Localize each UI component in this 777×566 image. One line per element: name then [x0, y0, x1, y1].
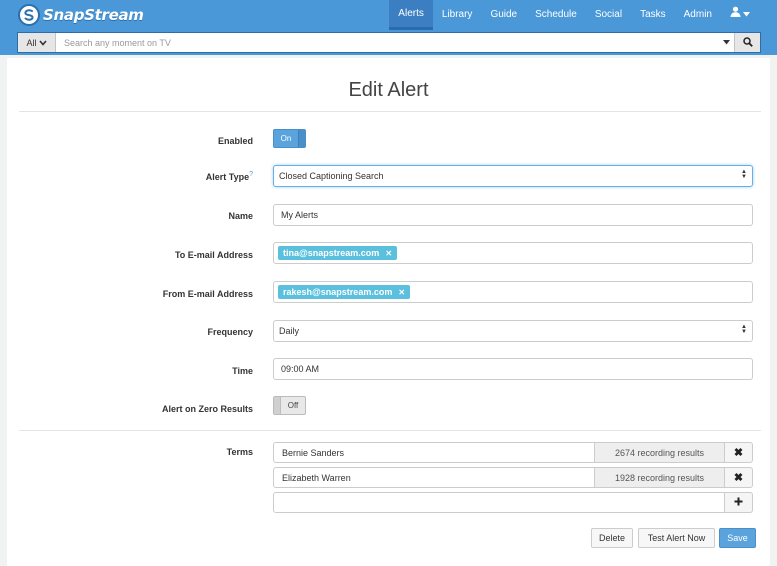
- search-scope-dropdown[interactable]: All: [18, 33, 56, 52]
- email-tag: rakesh@snapstream.com ✕: [278, 285, 411, 299]
- search-input[interactable]: [56, 33, 718, 52]
- nav-item-alerts[interactable]: Alerts: [389, 0, 433, 30]
- alert-type-label: Alert Type?: [7, 171, 253, 182]
- brand-logo[interactable]: SnapStream: [18, 4, 144, 26]
- search-button[interactable]: [734, 33, 760, 52]
- term-input[interactable]: Elizabeth Warren: [273, 467, 595, 488]
- term-result-count: 2674 recording results: [595, 442, 725, 463]
- search-bar: All: [0, 30, 777, 55]
- nav-item-tasks[interactable]: Tasks: [631, 0, 675, 30]
- from-email-label: From E-mail Address: [162, 289, 253, 299]
- times-icon: ✖: [733, 447, 744, 459]
- email-tag-text: tina@snapstream.com: [283, 248, 380, 258]
- nav-item-library[interactable]: Library: [433, 0, 482, 30]
- save-button[interactable]: Save: [719, 528, 756, 548]
- section-divider: [19, 430, 761, 431]
- nav-item-schedule[interactable]: Schedule: [526, 0, 586, 30]
- enabled-toggle-state: On: [280, 134, 292, 143]
- alert-type-value: Closed Captioning Search: [279, 171, 384, 181]
- new-term-row: [273, 492, 753, 513]
- remove-tag-icon[interactable]: ✕: [385, 249, 392, 258]
- test-alert-button[interactable]: Test Alert Now: [638, 528, 715, 548]
- time-label: Time: [232, 366, 253, 376]
- remove-term-button[interactable]: ✖: [725, 467, 753, 488]
- toggle-knob: [298, 130, 305, 147]
- frequency-select[interactable]: Daily ▲ ▼: [273, 320, 753, 342]
- caret-down-icon: [743, 0, 750, 30]
- remove-tag-icon[interactable]: ✕: [398, 288, 405, 297]
- to-email-field[interactable]: tina@snapstream.com ✕: [273, 242, 753, 264]
- delete-button[interactable]: Delete: [591, 528, 633, 548]
- time-value: 09:00 AM: [281, 364, 320, 374]
- zero-results-toggle-state: Off: [287, 401, 299, 410]
- from-email-field[interactable]: rakesh@snapstream.com ✕: [273, 281, 753, 303]
- email-tag: tina@snapstream.com ✕: [278, 246, 398, 260]
- email-tag-text: rakesh@snapstream.com: [283, 287, 393, 297]
- terms-label: Terms: [226, 447, 253, 457]
- to-email-label: To E-mail Address: [174, 250, 253, 260]
- user-menu[interactable]: [721, 0, 759, 30]
- plus-icon: [734, 497, 743, 509]
- zero-results-toggle[interactable]: Off: [273, 396, 306, 415]
- enabled-label: Enabled: [217, 136, 253, 146]
- alert-type-select[interactable]: Closed Captioning Search ▲ ▼: [273, 165, 753, 187]
- time-input[interactable]: 09:00 AM: [273, 358, 753, 380]
- nav-item-social[interactable]: Social: [586, 0, 631, 30]
- new-term-input[interactable]: [273, 492, 725, 513]
- select-arrows-icon: ▲ ▼: [741, 169, 747, 180]
- user-icon: [730, 0, 741, 30]
- term-result-count: 1928 recording results: [595, 467, 725, 488]
- name-label: Name: [228, 211, 253, 221]
- add-term-button[interactable]: [725, 492, 753, 513]
- term-value: Elizabeth Warren: [282, 472, 351, 483]
- edit-alert-panel: Edit Alert Enabled On Alert Type? Closed…: [7, 58, 770, 566]
- frequency-label: Frequency: [207, 327, 253, 337]
- snapstream-logo-icon: [18, 4, 40, 26]
- enabled-toggle[interactable]: On: [273, 129, 306, 148]
- times-icon: ✖: [733, 472, 744, 484]
- select-arrows-icon: ▲ ▼: [741, 324, 747, 335]
- frequency-value: Daily: [279, 326, 300, 336]
- zero-results-label: Alert on Zero Results: [161, 404, 253, 414]
- term-row: Bernie Sanders 2674 recording results ✖: [273, 442, 753, 463]
- search-scope-label: All: [26, 37, 37, 48]
- page-title: Edit Alert: [348, 79, 429, 101]
- alert-type-label-text: Alert Type: [205, 172, 250, 182]
- term-input[interactable]: Bernie Sanders: [273, 442, 595, 463]
- term-row: Elizabeth Warren 1928 recording results …: [273, 467, 753, 488]
- search-options-caret[interactable]: [718, 33, 734, 52]
- title-divider: [19, 111, 761, 112]
- main-nav: Alerts Library Guide Schedule Social Tas…: [389, 0, 759, 30]
- toggle-knob: [274, 397, 281, 414]
- name-input[interactable]: My Alerts: [273, 204, 753, 226]
- remove-term-button[interactable]: ✖: [725, 442, 753, 463]
- top-navbar: SnapStream Alerts Library Guide Schedule…: [0, 0, 777, 30]
- chevron-down-icon: [38, 38, 47, 48]
- search-icon: [742, 36, 753, 49]
- help-icon[interactable]: ?: [249, 171, 253, 178]
- term-value: Bernie Sanders: [282, 447, 345, 458]
- search-group: All: [17, 32, 761, 53]
- nav-item-guide[interactable]: Guide: [481, 0, 526, 30]
- nav-item-admin[interactable]: Admin: [675, 0, 721, 30]
- name-value: My Alerts: [281, 210, 319, 220]
- brand-name: SnapStream: [43, 6, 144, 24]
